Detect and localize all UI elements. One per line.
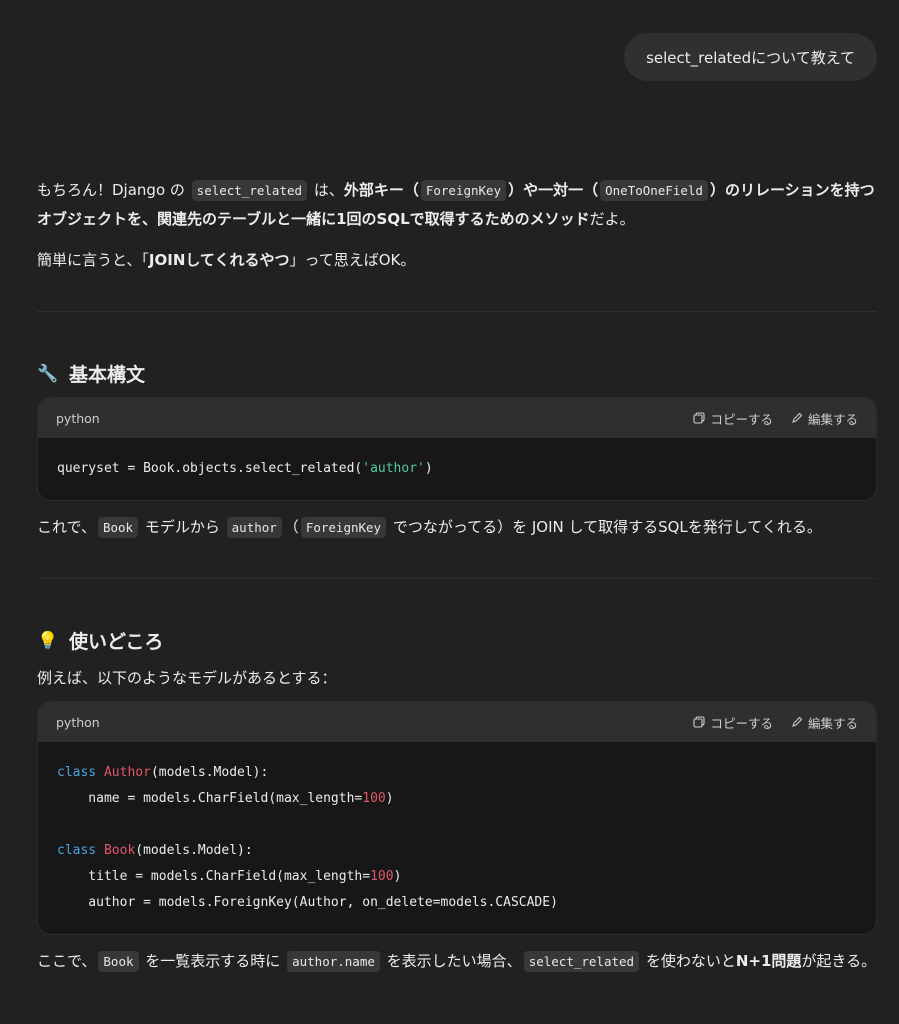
edit-label: 編集する [807,715,858,731]
inline-code: ForeignKey [300,517,387,538]
code-number: 100 [362,791,386,806]
user-message-bubble: select_relatedについて教えて [624,33,877,81]
code-language-label: python [56,714,100,730]
section-title: 基本構文 [69,364,146,386]
section-heading-basic-syntax: 🔧 基本構文 [37,360,877,387]
edit-button[interactable]: 編集する [791,713,858,732]
code-text: name = models.CharField(max_length= [57,791,363,806]
code-text: ) [424,461,433,476]
intro-paragraph-2: 簡単に言うと、「JOINしてくれるやつ」って思えばOK。 [37,246,877,275]
bold-text: ）や一対一（ [508,181,599,199]
wrench-icon: 🔧 [37,363,59,384]
text: だよ。 [589,210,635,228]
pencil-icon [792,716,803,727]
code-text: author = models.ForeignKey(Author, on_de… [57,895,558,910]
inline-code: OneToOneField [600,180,708,201]
text: 」って思えばOK。 [289,251,416,269]
divider [37,311,877,312]
text: ここで、 [37,952,97,970]
pencil-icon [792,412,803,423]
user-message-text: select_relatedについて教えて [646,48,855,67]
code-text: ) [385,791,394,806]
code-text: queryset = Book.objects.select_related( [57,461,363,476]
section-heading-use-cases: 💡 使いどころ [37,627,877,654]
code-text: ) [393,869,402,884]
text: モデルから [144,518,220,536]
text: （ [283,518,299,536]
code-keyword: class [57,843,97,858]
edit-label: 編集する [807,411,858,427]
code-text: title = models.CharField(max_length= [57,869,371,884]
code-string: 'author' [362,461,425,476]
bold-text: 外部キー（ [343,181,419,199]
text: これで、 [37,518,96,536]
edit-button[interactable]: 編集する [791,409,858,428]
code-class-name: Book [103,843,136,858]
inline-code: Book [97,517,139,538]
code-body: class Author(models.Model): name = model… [38,742,876,934]
bold-text: JOINしてくれるやつ [148,251,290,269]
text: 簡単に言うと、「 [37,251,149,269]
assistant-response: もちろん！Django の select_related は、外部キー（ Fore… [37,176,877,976]
use-cases-lead: 例えば、以下のようなモデルがあるとする： [37,669,337,687]
text: もちろん！Django の [37,181,185,199]
copy-icon [693,412,706,424]
code-actions: コピーする 編集する [693,409,858,428]
bold-text: N+1問題 [735,952,802,970]
code-actions: コピーする 編集する [693,713,858,732]
divider [37,578,877,579]
lightbulb-icon: 💡 [37,630,59,651]
text: を表示したい場合、 [386,952,522,970]
copy-label: コピーする [710,411,773,427]
code-block-basic: python コピーする 編集する queryset = Book.object… [37,397,877,501]
code-text: (models.Model): [150,765,269,780]
inline-code: ForeignKey [420,180,507,201]
inline-code: author.name [287,951,380,972]
inline-code: Book [98,951,139,972]
text: は、 [313,181,344,199]
code-block-models: python コピーする 編集する class Author(models.Mo… [37,701,877,935]
intro-paragraph-1: もちろん！Django の select_related は、外部キー（ Fore… [37,176,877,234]
code-number: 100 [370,869,394,884]
code-header: python コピーする 編集する [38,398,876,438]
text: でつながってる）を JOIN して取得するSQLを発行してくれる。 [392,518,822,536]
copy-icon [693,716,706,728]
copy-button[interactable]: コピーする [693,713,773,732]
inline-code: author [226,517,282,538]
inline-code: select_related [191,180,308,201]
use-cases-explanation: ここで、 Book を一覧表示する時に author.name を表示したい場合、… [37,947,877,976]
text: を使わないと [645,952,736,970]
section-title: 使いどころ [69,631,164,653]
copy-label: コピーする [710,715,773,731]
basic-syntax-explanation: これで、 Book モデルから author （ForeignKey でつながってる… [37,513,877,542]
code-class-name: Author [103,765,151,780]
inline-code: select_related [523,951,640,972]
code-language-label: python [56,410,100,426]
text: を一覧表示する時に [145,952,281,970]
code-body: queryset = Book.objects.select_related('… [38,438,876,500]
code-text: (models.Model): [135,843,253,858]
text: が起きる。 [801,952,877,970]
copy-button[interactable]: コピーする [693,409,773,428]
code-keyword: class [57,765,97,780]
code-header: python コピーする 編集する [38,702,876,742]
